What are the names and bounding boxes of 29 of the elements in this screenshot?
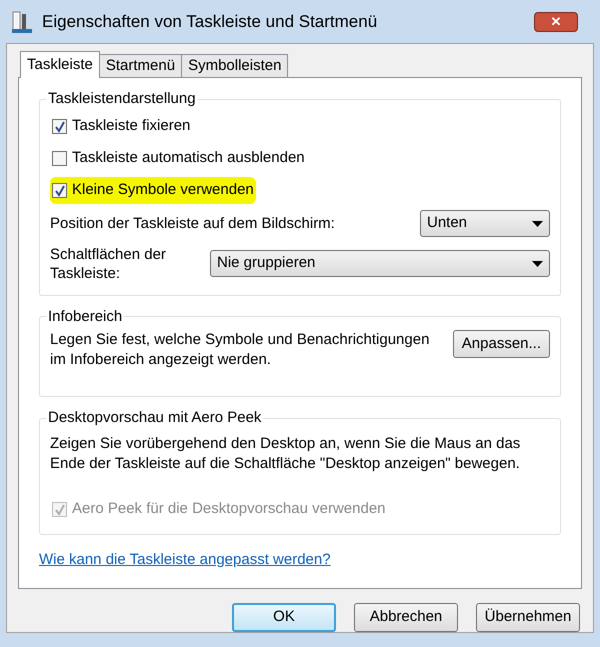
dialog-button[interactable]: Übernehmen bbox=[476, 603, 580, 632]
dropdown-label: Position der Taskleiste auf dem Bildschirm: bbox=[50, 214, 335, 233]
group-title: Taskleistendarstellung bbox=[47, 89, 197, 109]
group-title: Infobereich bbox=[47, 306, 124, 326]
window-title: Eigenschaften von Taskleiste und Startmenü bbox=[42, 10, 378, 33]
checkbox-label: Kleine Symbole verwenden bbox=[72, 180, 254, 200]
dialog-button[interactable]: Abbrechen bbox=[354, 603, 458, 632]
dialog-button[interactable]: OK bbox=[232, 603, 336, 632]
taskbar-icon bbox=[10, 10, 34, 34]
dropdown-label: Schaltflächen der Taskleiste: bbox=[50, 244, 167, 282]
dropdown[interactable]: Unten bbox=[420, 210, 550, 237]
help-link[interactable]: Wie kann die Taskleiste angepasst werden? bbox=[39, 548, 561, 571]
checkbox-label: Taskleiste fixieren bbox=[72, 116, 190, 136]
customize-button[interactable]: Anpassen... bbox=[452, 330, 550, 358]
tab[interactable]: Symbolleisten bbox=[182, 54, 288, 77]
description-text: Legen Sie fest, welche Symbole und Benachrichtigungen im Infobereich angezeigt werden. bbox=[50, 330, 430, 370]
checkbox[interactable] bbox=[52, 151, 67, 166]
checkbox[interactable] bbox=[52, 183, 67, 198]
description-text: Zeigen Sie vorübergehend den Desktop an, wenn Sie die Maus an das Ende der Taskleiste auf die Schaltfläche "Desktop anzeigen" bewegen. bbox=[50, 434, 522, 474]
tab[interactable]: Taskleiste bbox=[20, 51, 100, 78]
dropdown-arrow-icon bbox=[532, 220, 543, 226]
close-button[interactable]: ✕ bbox=[534, 12, 578, 32]
checkbox-label: Aero Peek für die Desktopvorschau verwenden bbox=[72, 499, 386, 520]
group-title: Desktopvorschau mit Aero Peek bbox=[47, 408, 262, 428]
checkbox[interactable] bbox=[52, 119, 67, 134]
tab[interactable]: Startmenü bbox=[100, 54, 182, 77]
dropdown[interactable]: Nie gruppieren bbox=[210, 250, 550, 277]
checkbox-label: Taskleiste automatisch ausblenden bbox=[72, 148, 305, 168]
dropdown-arrow-icon bbox=[532, 260, 543, 266]
